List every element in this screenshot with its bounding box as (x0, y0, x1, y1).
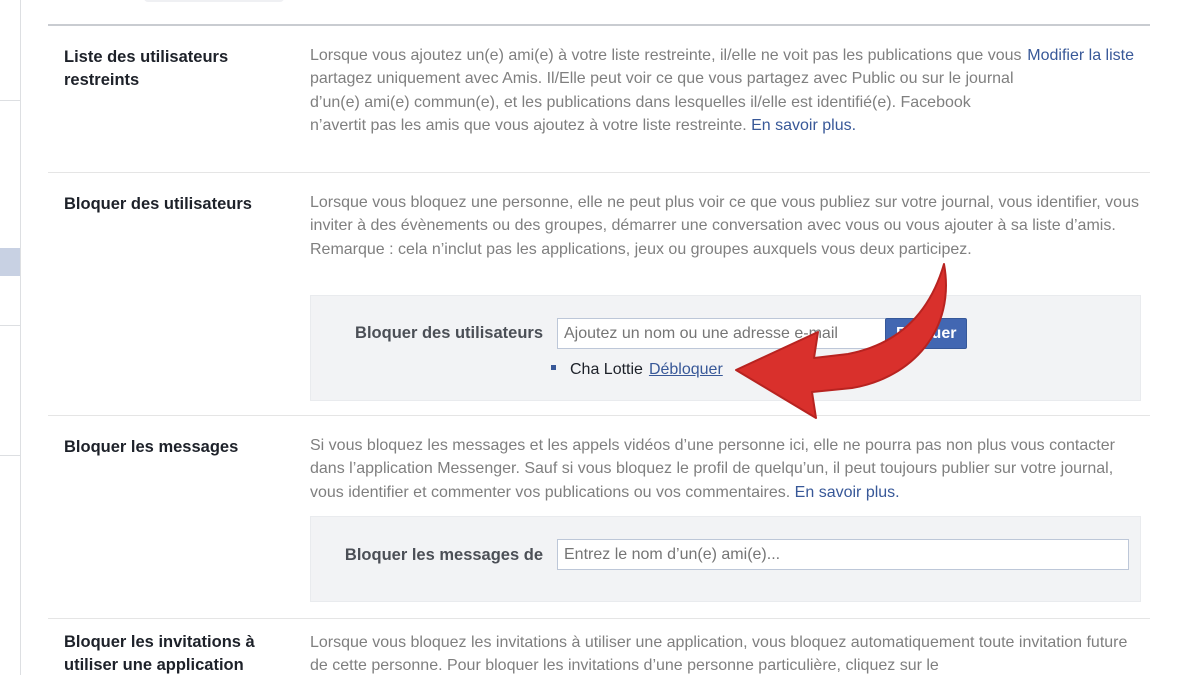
block-users-label: Bloquer des utilisateurs (355, 324, 543, 342)
section-title: Bloquer des utilisateurs (64, 195, 252, 213)
description-text: Si vous bloquez les messages et les appe… (310, 437, 1115, 501)
blocked-user-name: Cha Lottie (570, 361, 643, 378)
section-title: Bloquer les invitations à utiliser une a… (64, 633, 255, 674)
edit-list-link[interactable]: Modifier la liste (1027, 44, 1134, 67)
block-users-form: Bloquer des utilisateurs Bloquer Cha Lot… (310, 295, 1141, 401)
blocked-user-item: Cha Lottie Débloquer (551, 360, 723, 380)
block-messages-section: Bloquer les messages Si vous bloquez les… (48, 416, 1150, 619)
sidebar-item-active[interactable] (0, 248, 20, 276)
block-user-input[interactable] (557, 318, 887, 349)
description-text: Lorsque vous ajoutez un(e) ami(e) à votr… (310, 47, 1022, 134)
learn-more-link[interactable]: En savoir plus. (795, 484, 900, 501)
block-messages-input[interactable] (557, 539, 1129, 570)
section-description: Lorsque vous bloquez les invitations à u… (310, 634, 1128, 675)
restricted-list-section: Liste des utilisateurs restreints Lorsqu… (48, 26, 1150, 173)
block-messages-label: Bloquer les messages de (344, 546, 543, 564)
block-messages-form: Bloquer les messages de (310, 516, 1141, 602)
block-app-invites-section: Bloquer les invitations à utiliser une a… (48, 619, 1150, 699)
section-description: Lorsque vous bloquez une personne, elle … (310, 194, 1139, 258)
block-button[interactable]: Bloquer (885, 318, 968, 349)
section-description: Si vous bloquez les messages et les appe… (310, 434, 1140, 504)
unblock-link[interactable]: Débloquer (649, 361, 723, 378)
sidebar-divider (0, 455, 20, 456)
blocking-settings: Liste des utilisateurs restreints Lorsqu… (48, 0, 1150, 675)
learn-more-link[interactable]: En savoir plus. (751, 117, 856, 134)
sidebar-divider (0, 100, 20, 101)
section-title: Liste des utilisateurs restreints (64, 48, 229, 89)
left-sidebar (0, 0, 21, 675)
section-title: Bloquer les messages (64, 438, 239, 456)
section-description: Lorsque vous ajoutez un(e) ami(e) à votr… (310, 44, 1030, 137)
sidebar-divider (0, 325, 20, 326)
header-remnant (144, 0, 284, 2)
bullet-icon (551, 365, 556, 371)
block-users-section: Bloquer des utilisateurs Lorsque vous bl… (48, 173, 1150, 416)
